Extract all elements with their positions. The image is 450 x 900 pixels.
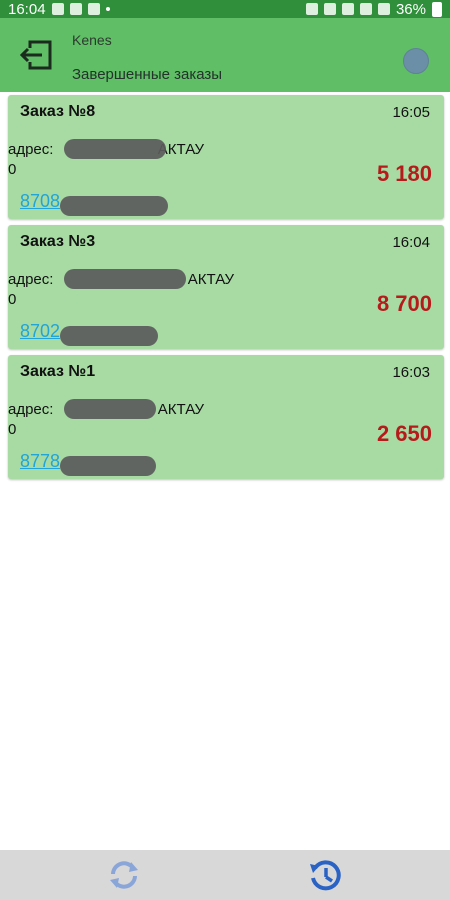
address-city: АКТАУ (157, 401, 205, 418)
phone-link[interactable]: 8708 (20, 191, 60, 212)
address-label: адрес: (8, 141, 54, 158)
redacted-phone (60, 456, 156, 476)
phone-link[interactable]: 8778 (20, 451, 60, 472)
redacted-phone (60, 326, 158, 346)
address-city: АКТАУ (187, 271, 235, 288)
search-icon (69, 3, 82, 15)
refresh-icon (110, 861, 138, 889)
username-label: Kenes (72, 32, 112, 48)
redacted-address (64, 399, 156, 419)
status-toggle[interactable] (403, 48, 429, 74)
battery-percent: 36% (395, 0, 426, 18)
location-icon (323, 3, 336, 15)
notification-dot-icon (105, 7, 110, 11)
order-time: 16:04 (392, 234, 430, 251)
page-title: Завершенные заказы (72, 66, 223, 83)
status-bar: 16:04 36% (0, 0, 450, 18)
order-time: 16:05 (392, 104, 430, 121)
order-card[interactable]: Заказ №8 16:05 адрес: АКТАУ 0 5 180 8708 (8, 95, 444, 219)
facebook-icon (87, 3, 100, 15)
status-bar-left: 16:04 (8, 1, 110, 18)
phone-link[interactable]: 8702 (20, 321, 60, 342)
order-card[interactable]: Заказ №3 16:04 адрес: АКТАУ 0 8 700 8702 (8, 225, 444, 349)
battery-icon (432, 1, 442, 17)
address-label: адрес: (8, 401, 54, 418)
redacted-address (64, 269, 186, 289)
order-amount: 2 650 (376, 421, 432, 446)
status-bar-right: 36% (305, 0, 442, 18)
wifi-icon (341, 3, 354, 15)
order-title: Заказ №1 (20, 363, 96, 380)
order-time: 16:03 (392, 364, 430, 381)
refresh-button[interactable] (107, 860, 141, 890)
order-card[interactable]: Заказ №1 16:03 адрес: АКТАУ 0 2 650 8778 (8, 355, 444, 479)
signal-icon (377, 3, 390, 15)
logout-button[interactable] (19, 40, 52, 70)
gallery-icon (51, 3, 64, 15)
order-amount: 8 700 (376, 291, 432, 316)
order-zero-value: 0 (8, 161, 17, 178)
logout-icon (19, 40, 52, 70)
order-zero-value: 0 (8, 421, 17, 438)
status-time: 16:04 (8, 0, 46, 18)
address-label: адрес: (8, 271, 54, 288)
history-button[interactable] (308, 858, 342, 892)
order-title: Заказ №8 (20, 103, 96, 120)
redacted-address (64, 139, 166, 159)
bottom-bar (0, 850, 450, 900)
signal-icon (359, 3, 372, 15)
order-zero-value: 0 (8, 291, 17, 308)
app-header: Kenes Завершенные заказы (0, 18, 450, 92)
redacted-phone (60, 196, 168, 216)
order-amount: 5 180 (376, 161, 432, 186)
history-icon (310, 860, 341, 891)
alarm-icon (305, 3, 318, 15)
order-title: Заказ №3 (20, 233, 96, 250)
